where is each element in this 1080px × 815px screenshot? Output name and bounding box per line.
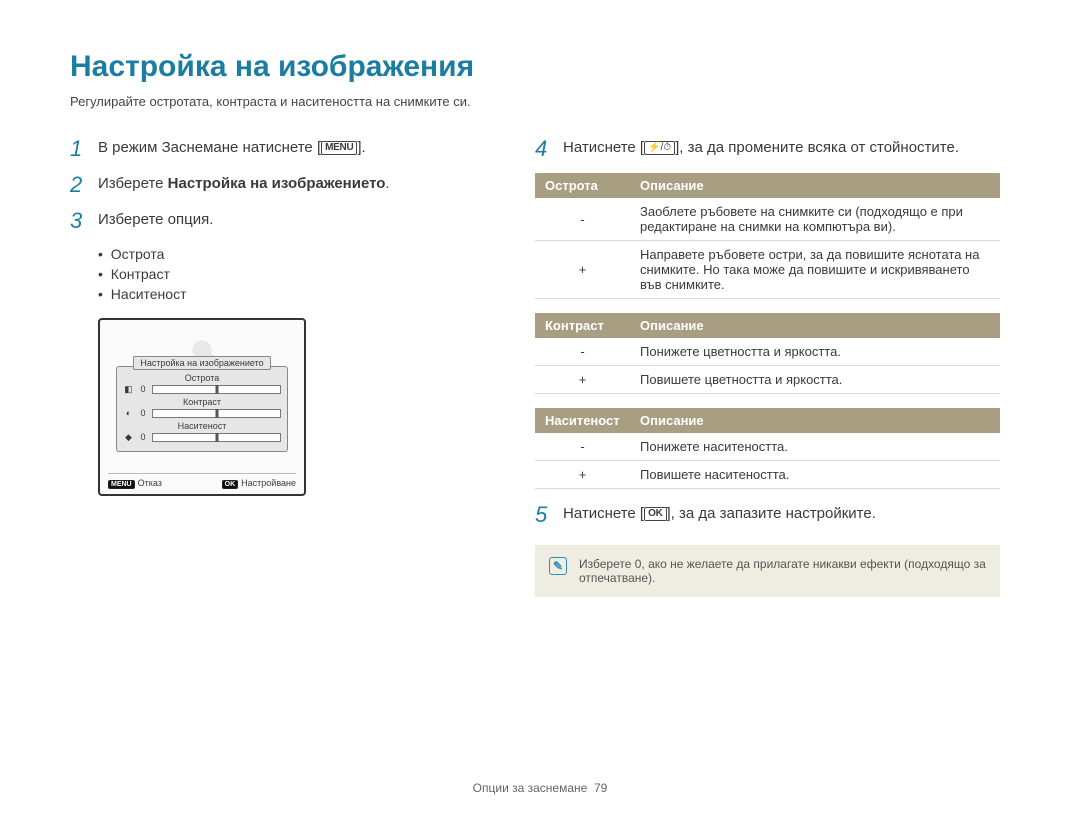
lcd-row-contrast-val: 0 <box>138 408 148 418</box>
contrast-r1-a: + <box>535 366 630 394</box>
table-row: - Заоблете ръбовете на снимките си (подх… <box>535 198 1000 241</box>
menu-button-icon: MENU <box>108 480 135 489</box>
lcd-contrast-slider <box>152 409 281 418</box>
lcd-cancel-label: Отказ <box>138 478 162 488</box>
table-row: + Направете ръбовете остри, за да повиши… <box>535 241 1000 299</box>
contrast-table: Контраст Описание - Понижете цветността … <box>535 313 1000 394</box>
contrast-header-b: Описание <box>630 313 1000 338</box>
step-3-text: Изберете опция. <box>98 209 480 231</box>
step-1-before: В режим Заснемане натиснете [ <box>98 139 321 156</box>
sharpness-icon: ◧ <box>123 384 134 395</box>
saturation-header-a: Наситеност <box>535 408 630 433</box>
step-3-bullets: Острота Контраст Наситеност <box>98 246 480 302</box>
lcd-row-sharpness: Острота ◧ 0 <box>123 373 281 395</box>
lcd-set-label: Настройване <box>241 478 296 488</box>
sharpness-header-b: Описание <box>630 173 1000 198</box>
sharpness-r1-b: Направете ръбовете остри, за да повишите… <box>630 241 1000 299</box>
contrast-header-a: Контраст <box>535 313 630 338</box>
sharpness-header-a: Острота <box>535 173 630 198</box>
step-5-before: Натиснете [ <box>563 505 644 522</box>
sharpness-r1-a: + <box>535 241 630 299</box>
lcd-row-contrast-label: Контраст <box>123 397 281 407</box>
step-4-before: Натиснете [ <box>563 139 644 156</box>
menu-icon: MENU <box>321 141 357 155</box>
table-row: + Повишете цветността и яркостта. <box>535 366 1000 394</box>
left-column: 1 В режим Заснемане натиснете [MENU]. 2 … <box>70 137 480 597</box>
saturation-table: Наситеност Описание - Понижете наситенос… <box>535 408 1000 489</box>
bullet-saturation: Наситеност <box>98 286 480 302</box>
step-2-after: . <box>385 175 389 192</box>
saturation-icon: ◆ <box>123 432 134 443</box>
note-text: Изберете 0, ако не желаете да прилагате … <box>579 557 986 585</box>
saturation-r1-a: + <box>535 461 630 489</box>
step-2-before: Изберете <box>98 175 168 192</box>
table-row: - Понижете цветността и яркостта. <box>535 338 1000 366</box>
page-title: Настройка на изображения <box>70 50 1010 84</box>
saturation-r0-b: Понижете наситеността. <box>630 433 1000 461</box>
step-1: 1 В режим Заснемане натиснете [MENU]. <box>70 137 480 161</box>
lcd-sharpness-slider <box>152 385 281 394</box>
sharpness-r0-b: Заоблете ръбовете на снимките си (подход… <box>630 198 1000 241</box>
note-box: ✎ Изберете 0, ако не желаете да прилагат… <box>535 545 1000 597</box>
ok-icon: OK <box>644 507 666 521</box>
step-5-after: ], за да запазите настройките. <box>667 505 876 522</box>
lcd-row-sharpness-val: 0 <box>138 384 148 394</box>
saturation-r0-a: - <box>535 433 630 461</box>
bullet-contrast: Контраст <box>98 266 480 282</box>
saturation-r1-b: Повишете наситеността. <box>630 461 1000 489</box>
right-column: 4 Натиснете [⚡/⏱], за да промените всяка… <box>535 137 1000 597</box>
lcd-row-saturation: Наситеност ◆ 0 <box>123 421 281 443</box>
lcd-row-contrast: Контраст ◐ 0 <box>123 397 281 419</box>
footer-page: 79 <box>594 781 607 795</box>
step-5: 5 Натиснете [OK], за да запазите настрой… <box>535 503 1000 527</box>
contrast-icon: ◐ <box>123 408 134 419</box>
lcd-footer-right: OKНастройване <box>222 478 296 489</box>
sharpness-table: Острота Описание - Заоблете ръбовете на … <box>535 173 1000 299</box>
lcd-footer-left: MENUОтказ <box>108 478 162 489</box>
contrast-r1-b: Повишете цветността и яркостта. <box>630 366 1000 394</box>
ok-button-icon: OK <box>222 480 239 489</box>
camera-lcd-illustration: Настройка на изображението Острота ◧ 0 К… <box>98 318 306 496</box>
lcd-panel-title: Настройка на изображението <box>133 356 270 370</box>
step-2-bold: Настройка на изображението <box>168 175 386 192</box>
page-subtitle: Регулирайте остротата, контраста и насит… <box>70 94 1010 109</box>
step-4-number: 4 <box>535 137 563 161</box>
page-footer: Опции за заснемане 79 <box>0 781 1080 795</box>
step-3: 3 Изберете опция. <box>70 209 480 233</box>
bullet-sharpness: Острота <box>98 246 480 262</box>
lcd-row-saturation-label: Наситеност <box>123 421 281 431</box>
step-3-number: 3 <box>70 209 98 233</box>
step-5-number: 5 <box>535 503 563 527</box>
step-1-number: 1 <box>70 137 98 161</box>
footer-label: Опции за заснемане <box>473 781 588 795</box>
step-2: 2 Изберете Настройка на изображението. <box>70 173 480 197</box>
step-1-after: ]. <box>357 139 365 156</box>
sharpness-r0-a: - <box>535 198 630 241</box>
step-4-after: ], за да промените всяка от стойностите. <box>675 139 959 156</box>
columns: 1 В режим Заснемане натиснете [MENU]. 2 … <box>70 137 1010 597</box>
step-4-text: Натиснете [⚡/⏱], за да промените всяка о… <box>563 137 1000 159</box>
lcd-row-sharpness-label: Острота <box>123 373 281 383</box>
contrast-r0-a: - <box>535 338 630 366</box>
flash-timer-icon: ⚡/⏱ <box>644 141 675 155</box>
lcd-settings-panel: Настройка на изображението Острота ◧ 0 К… <box>116 366 288 452</box>
step-1-text: В режим Заснемане натиснете [MENU]. <box>98 137 480 159</box>
step-4: 4 Натиснете [⚡/⏱], за да промените всяка… <box>535 137 1000 161</box>
lcd-footer: MENUОтказ OKНастройване <box>108 473 296 489</box>
step-2-number: 2 <box>70 173 98 197</box>
step-2-text: Изберете Настройка на изображението. <box>98 173 480 195</box>
table-row: + Повишете наситеността. <box>535 461 1000 489</box>
table-row: - Понижете наситеността. <box>535 433 1000 461</box>
saturation-header-b: Описание <box>630 408 1000 433</box>
contrast-r0-b: Понижете цветността и яркостта. <box>630 338 1000 366</box>
info-icon: ✎ <box>549 557 567 575</box>
lcd-row-saturation-val: 0 <box>138 432 148 442</box>
step-5-text: Натиснете [OK], за да запазите настройки… <box>563 503 1000 525</box>
page: Настройка на изображения Регулирайте ост… <box>0 0 1080 627</box>
lcd-saturation-slider <box>152 433 281 442</box>
